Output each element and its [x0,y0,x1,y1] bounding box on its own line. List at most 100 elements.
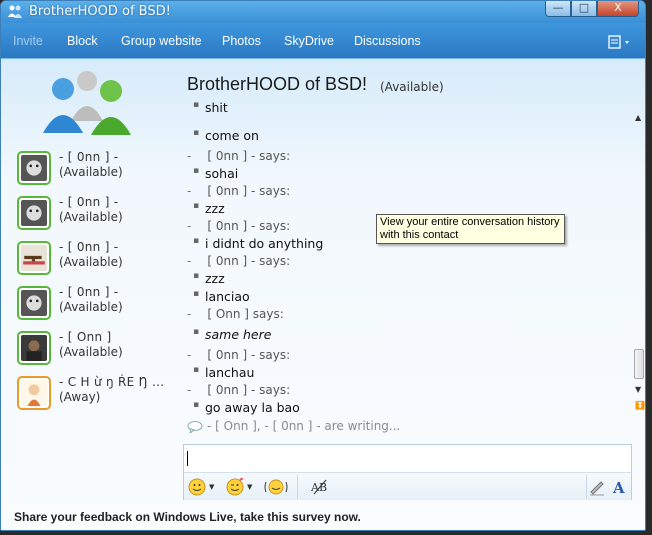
tooltip-line: View your entire conversation history [380,216,560,228]
chat-sender-line: [ 0nn ] - says: [187,383,290,401]
chat-message: same here [193,327,271,345]
dog-avatar-icon [21,200,47,226]
contact-item[interactable]: - [ 0nn ] - (Available) [15,149,181,189]
chat-message: i didnt do anything [193,236,323,254]
chat-sender-line: [ 0nn ] - says: [187,254,290,272]
contact-status: (Available) [59,300,123,314]
contact-name: - [ 0nn ] - [59,240,119,254]
chat-sender-line: [ 0nn ] - says: [187,348,290,366]
menu-group-website[interactable]: Group website [121,34,202,48]
compose-toolbar: ▼ ▼ AB A [184,472,631,500]
toolbar-divider [586,475,587,499]
menu-skydrive[interactable]: SkyDrive [284,34,334,48]
conversation-title: BrotherHOOD of BSD! [187,74,368,94]
minimize-button[interactable]: — [545,1,571,17]
font-button[interactable]: A [612,477,628,497]
text-caret [187,451,188,466]
emoticon-icon [188,478,206,496]
contact-status: (Available) [59,165,123,179]
emoticon-button[interactable]: ▼ [188,477,214,497]
handwriting-icon [590,481,604,496]
chat-message: go away la bao [193,400,300,418]
photo-avatar-icon [21,335,47,361]
typing-text: - [ Onn ], - [ 0nn ] - are writing... [207,419,401,433]
contact-item[interactable]: - [ 0nn ] - (Available) [15,194,181,234]
chat-message: come on [193,128,259,146]
scroll-end-icon[interactable]: ⏬ [635,401,645,410]
contact-status: (Available) [59,210,123,224]
feedback-link[interactable]: Share your feedback on Windows Live, tak… [14,510,361,524]
contact-name: - C H ừ ŋ ŔЕ Ŋ ... [59,375,165,389]
avatar[interactable] [17,151,51,185]
svg-text:AB: AB [310,481,327,494]
dog-avatar-icon [21,155,47,181]
nudge-icon [264,479,288,495]
scroll-thumb[interactable] [634,349,644,379]
chat-message: zzz [193,271,225,289]
contact-item[interactable]: - C H ừ ŋ ŔЕ Ŋ ... (Away) [15,374,181,414]
gun-avatar-icon [21,245,47,271]
chat-message: shit [193,102,228,118]
history-tooltip: View your entire conversation history wi… [376,214,565,244]
spell-check-button[interactable]: AB [310,477,330,497]
message-input[interactable] [185,446,630,471]
contact-item[interactable]: - [ Onn ] (Available) [15,329,181,369]
wink-icon [226,478,244,496]
scroll-up-icon[interactable]: ▲ [635,113,641,122]
wink-button[interactable]: ▼ [226,477,252,497]
contact-name: - [ 0nn ] - [59,150,119,164]
contact-status: (Away) [59,390,101,404]
menu-options-icon[interactable] [607,34,633,50]
contact-status: (Available) [59,255,123,269]
title-bar[interactable]: BrotherHOOD of BSD! — □ X [1,1,645,23]
conversation-status: (Available) [380,80,444,94]
chat-message: sohai [193,166,238,184]
maximize-button[interactable]: □ [571,1,597,17]
chat-scrollbar[interactable]: ▲ ▼ ⏬ [633,111,645,416]
menu-discussions[interactable]: Discussions [354,34,421,48]
chat-sender-line: [ Onn ] says: [187,307,283,325]
avatar[interactable] [17,331,51,365]
contact-status: (Available) [59,345,123,359]
windows-live-messenger-logo [43,71,131,135]
menu-bar: Invite Block Group website Photos SkyDri… [1,23,645,59]
window-title: BrotherHOOD of BSD! [29,4,171,19]
toolbar-divider [297,475,298,499]
chevron-down-icon: ▼ [209,483,215,491]
handwriting-button[interactable] [588,477,606,497]
contact-name: - [ Onn ] [59,330,112,344]
chat-message: zzz [193,201,225,219]
dog-avatar-icon [21,290,47,316]
font-icon: A [612,479,625,496]
contact-name: - [ 0nn ] - [59,285,119,299]
tooltip-line: with this contact [380,229,459,241]
menu-photos[interactable]: Photos [222,34,261,48]
avatar[interactable] [17,376,51,410]
menu-invite[interactable]: Invite [13,34,43,48]
messenger-window: BrotherHOOD of BSD! — □ X Invite Block G… [0,0,646,531]
chat-sender-line: [ 0nn ] - says: [187,149,290,167]
chat-sender-line: [ 0nn ] - says: [187,184,290,202]
nudge-button[interactable] [264,477,288,497]
svg-text:A: A [612,479,625,496]
messenger-icon [8,5,22,18]
contact-name: - [ 0nn ] - [59,195,119,209]
chevron-down-icon: ▼ [247,483,253,491]
speech-bubble-icon [187,420,203,433]
contact-item[interactable]: - [ 0nn ] - (Available) [15,284,181,324]
chat-message: lanchau [193,365,254,383]
chat-sender-line: [ 0nn ] - says: [187,219,290,237]
avatar[interactable] [17,286,51,320]
chat-message: lanciao [193,289,250,307]
scroll-down-icon[interactable]: ▼ [635,385,641,394]
message-compose-area: ▼ ▼ AB A [183,444,632,500]
spell-check-icon: AB [310,479,327,495]
close-button[interactable]: X [597,1,639,17]
menu-block[interactable]: Block [67,34,98,48]
avatar[interactable] [17,241,51,275]
cartoon-avatar-icon [21,380,47,406]
chat-history[interactable]: shit come on [ 0nn ] - says: sohai [ 0nn… [187,102,631,420]
contact-item[interactable]: - [ 0nn ] - (Available) [15,239,181,279]
typing-indicator: - [ Onn ], - [ 0nn ] - are writing... [187,419,400,435]
avatar[interactable] [17,196,51,230]
